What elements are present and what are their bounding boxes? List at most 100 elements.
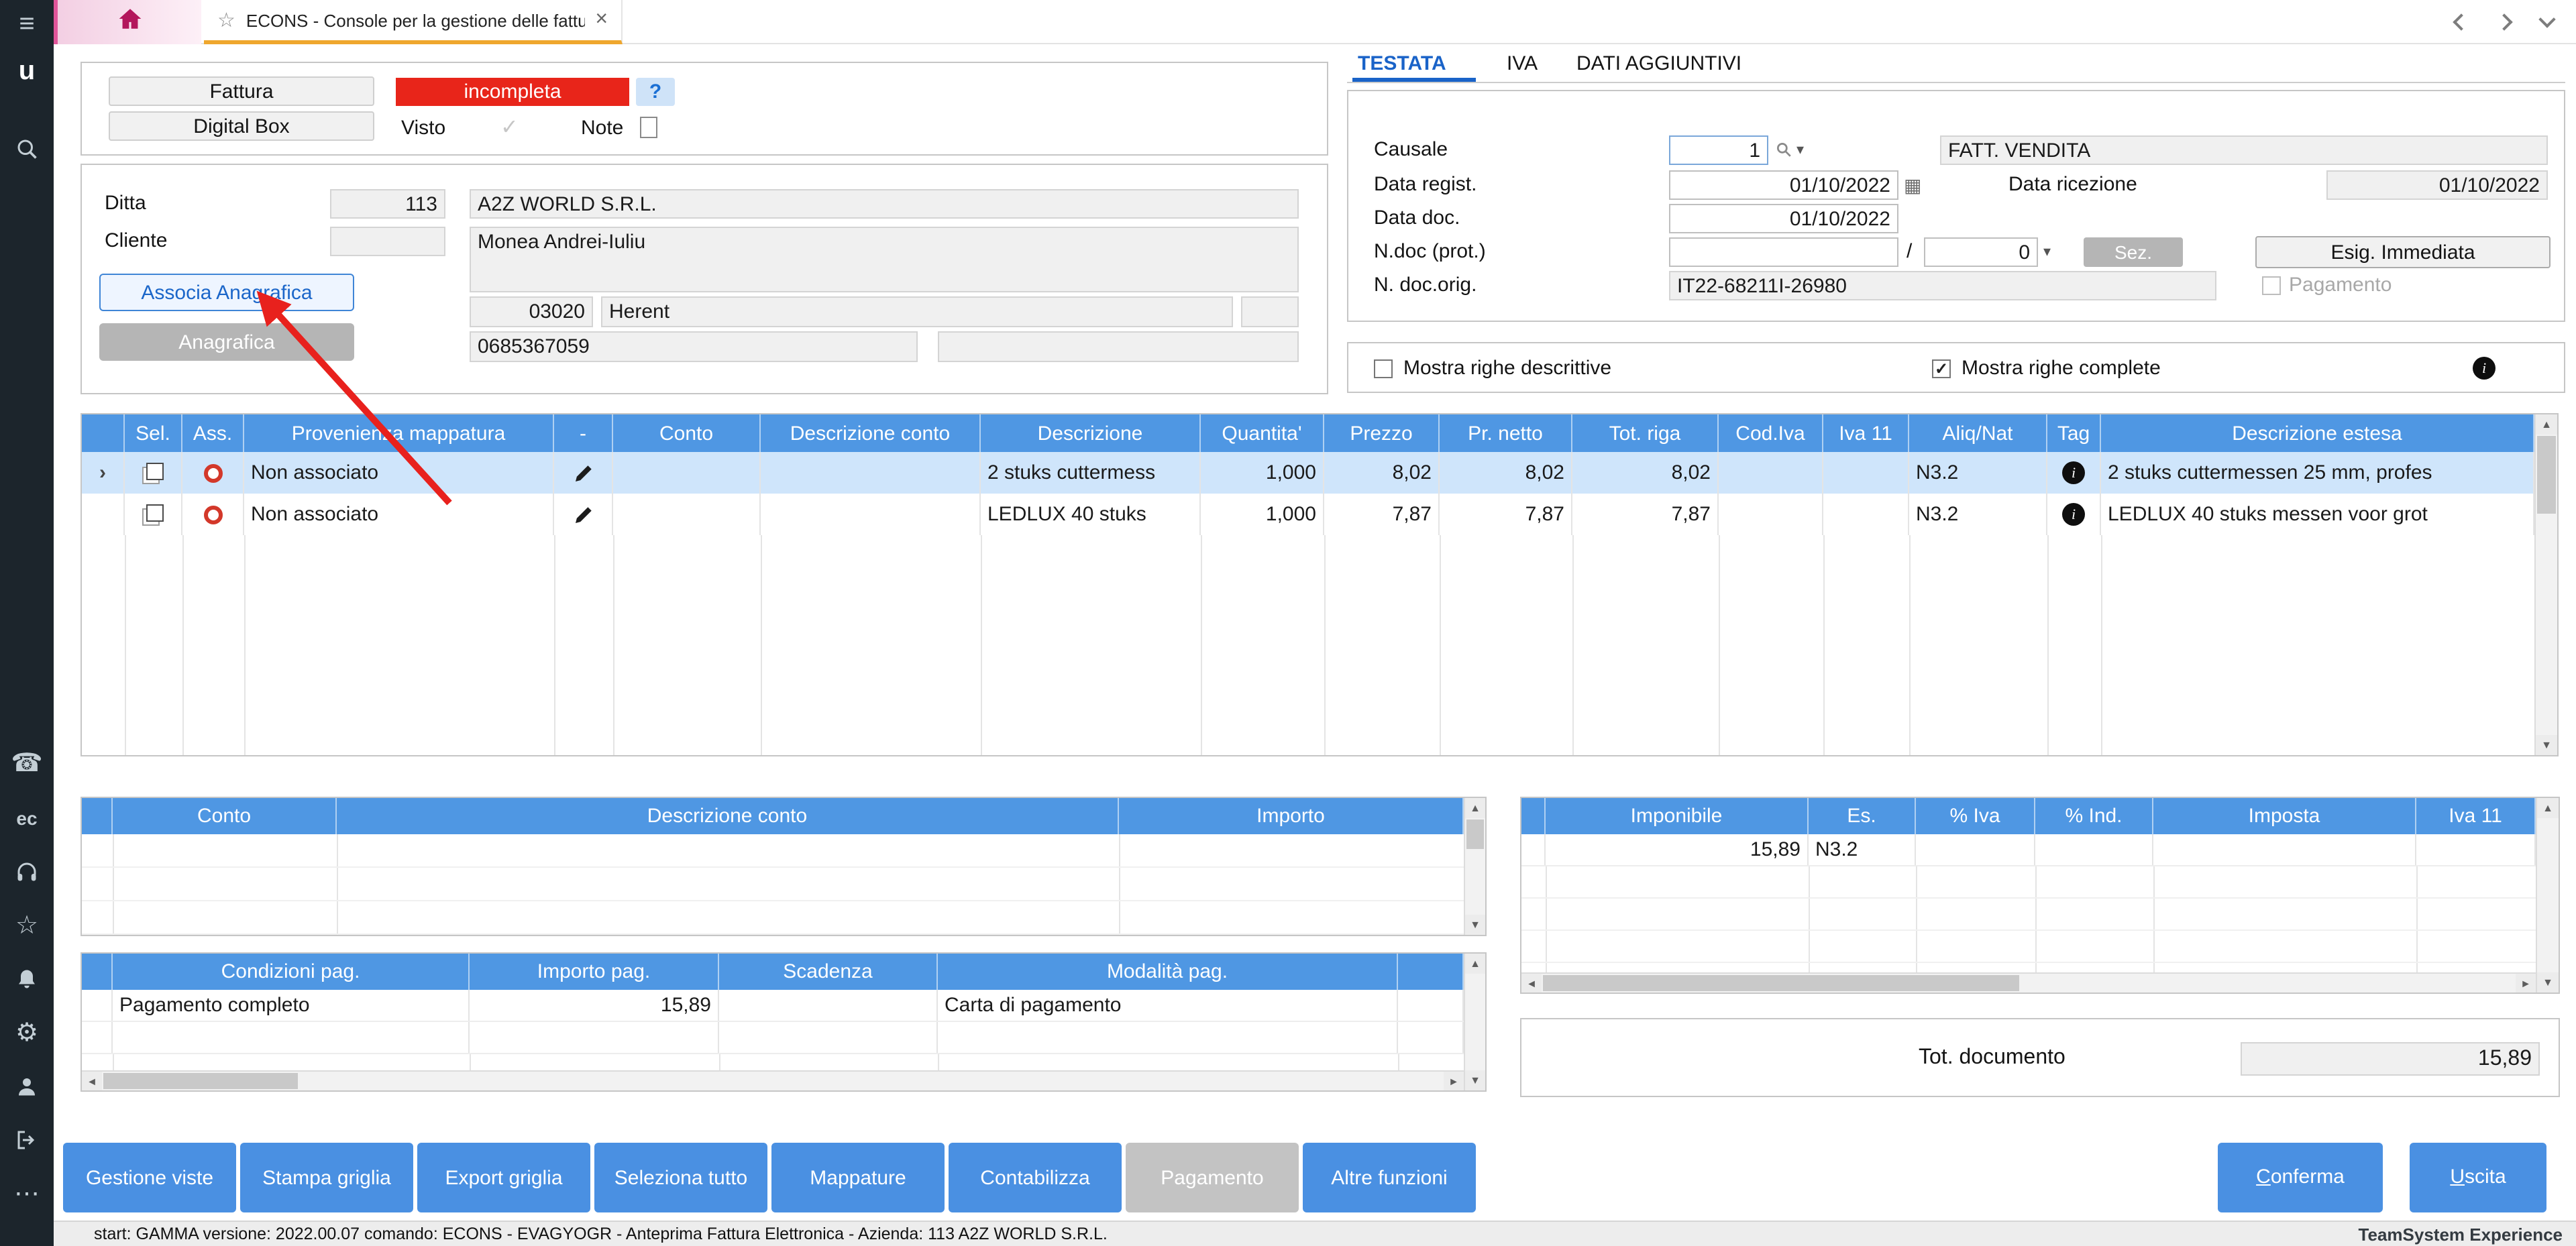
ndoc-dropdown-icon[interactable]: ▾: [2043, 237, 2051, 267]
grid-header-row: Sel. Ass. Provenienza mappatura - Conto …: [82, 414, 2534, 452]
logout-icon[interactable]: [0, 1123, 54, 1157]
menu-icon[interactable]: ≡: [0, 7, 54, 42]
grid-vertical-scrollbar[interactable]: ▲ ▼: [2534, 414, 2557, 755]
favorites-star-icon[interactable]: ☆: [0, 908, 54, 943]
associa-anagrafica-button[interactable]: Associa Anagrafica: [99, 274, 354, 311]
tab-iva[interactable]: IVA: [1507, 50, 1538, 79]
tag-info-icon[interactable]: i: [2047, 494, 2101, 535]
column-header-edit: -: [554, 414, 613, 452]
scroll-down-button[interactable]: ▼: [2537, 972, 2559, 993]
grid-vertical-scrollbar[interactable]: ▲ ▼: [1464, 798, 1485, 935]
scrollbar-thumb[interactable]: [1543, 975, 2019, 991]
scroll-up-button[interactable]: ▲: [1465, 954, 1485, 974]
search-icon[interactable]: [0, 131, 54, 166]
tab-econs[interactable]: ☆ ECONS - Console per la gestione delle …: [204, 0, 623, 44]
invoice-line-row[interactable]: Non associato LEDLUX 40 stuks 1,000 7,87…: [82, 494, 2534, 535]
stampa-griglia-button[interactable]: Stampa griglia: [240, 1143, 413, 1212]
ndoc-num-input[interactable]: 0: [1924, 237, 2038, 267]
column-header-imposta: Imposta: [2153, 798, 2416, 834]
scroll-left-button[interactable]: ◄: [82, 1072, 102, 1090]
causale-search-icon[interactable]: [1775, 141, 1792, 165]
scrollbar-thumb[interactable]: [103, 1073, 298, 1089]
grid-vertical-scrollbar[interactable]: ▲ ▼: [1464, 954, 1485, 1090]
cell-iva11: [2416, 834, 2536, 865]
scrollbar-thumb[interactable]: [1466, 819, 1484, 849]
column-header-descrizione-conto: Descrizione conto: [337, 798, 1119, 834]
nav-collapse-icon[interactable]: [2525, 0, 2568, 44]
data-regist-input[interactable]: 01/10/2022: [1669, 170, 1898, 200]
conferma-button[interactable]: Conferma: [2218, 1143, 2383, 1212]
esig-immediata-button[interactable]: Esig. Immediata: [2255, 236, 2551, 268]
mostra-descrittive-checkbox[interactable]: [1374, 359, 1393, 378]
mostra-complete-checkbox[interactable]: ✓: [1932, 359, 1951, 378]
info-icon[interactable]: i: [2473, 357, 2496, 380]
scroll-up-button[interactable]: ▲: [2536, 414, 2557, 435]
select-checkbox-icon[interactable]: [125, 452, 182, 494]
tab-close-icon[interactable]: ×: [595, 8, 608, 32]
scroll-down-button[interactable]: ▼: [2536, 735, 2557, 755]
scroll-left-button[interactable]: ◄: [1521, 974, 1542, 993]
contabilizza-button[interactable]: Contabilizza: [949, 1143, 1122, 1212]
scroll-right-button[interactable]: ►: [2516, 974, 2536, 993]
note-document-icon[interactable]: [640, 117, 657, 138]
ditta-label: Ditta: [105, 189, 146, 219]
not-associated-icon: [182, 452, 244, 494]
calendar-icon[interactable]: ▦: [1904, 170, 1921, 200]
export-griglia-button[interactable]: Export griglia: [417, 1143, 590, 1212]
ec-icon[interactable]: ec: [0, 801, 54, 836]
anagrafica-button[interactable]: Anagrafica: [99, 323, 354, 361]
pagamento-checkbox-label: Pagamento: [2289, 271, 2392, 300]
scroll-down-button[interactable]: ▼: [1465, 1070, 1485, 1090]
horizontal-scrollbar[interactable]: ◄ ►: [1521, 972, 2536, 993]
scroll-up-button[interactable]: ▲: [2537, 798, 2559, 818]
ndoc-input[interactable]: [1669, 237, 1898, 267]
scroll-right-button[interactable]: ►: [1444, 1072, 1464, 1090]
uscita-button[interactable]: Uscita: [2410, 1143, 2546, 1212]
user-icon[interactable]: [0, 1069, 54, 1104]
cell-descrizione: 2 stuks cuttermess: [981, 452, 1201, 494]
help-button[interactable]: ?: [636, 78, 675, 106]
cell-tot-riga: 7,87: [1572, 494, 1719, 535]
pagamento-row[interactable]: Pagamento completo 15,89 Carta di pagame…: [82, 990, 1464, 1022]
nav-forward-icon[interactable]: [2482, 0, 2525, 44]
causale-input[interactable]: 1: [1669, 135, 1768, 165]
horizontal-scrollbar[interactable]: ◄ ►: [82, 1070, 1464, 1090]
sez-button[interactable]: Sez.: [2084, 237, 2183, 267]
edit-pencil-icon[interactable]: [554, 452, 613, 494]
data-regist-label: Data regist.: [1374, 170, 1477, 200]
phone-icon[interactable]: ☎: [0, 746, 54, 781]
invoice-line-row-selected[interactable]: › Non associato 2 stuks cuttermess 1,000…: [82, 452, 2534, 494]
footer-toolbar: Gestione viste Stampa griglia Export gri…: [63, 1143, 1476, 1212]
select-checkbox-icon[interactable]: [125, 494, 182, 535]
scroll-up-button[interactable]: ▲: [1465, 798, 1485, 818]
iva-row[interactable]: 15,89 N3.2: [1521, 834, 2536, 866]
nav-back-icon[interactable]: [2439, 0, 2482, 44]
pagamento-button[interactable]: Pagamento: [1126, 1143, 1299, 1212]
settings-gear-icon[interactable]: ⚙: [0, 1015, 54, 1050]
column-header: [82, 954, 113, 990]
scrollbar-thumb[interactable]: [2537, 436, 2556, 514]
notifications-bell-icon[interactable]: [0, 962, 54, 997]
tab-star-icon[interactable]: ☆: [217, 8, 235, 32]
headset-icon[interactable]: [0, 854, 54, 889]
grid-vertical-scrollbar[interactable]: ▲ ▼: [2536, 798, 2559, 993]
fattura-button[interactable]: Fattura: [109, 76, 374, 106]
citta-field: Herent: [601, 296, 1233, 327]
gestione-viste-button[interactable]: Gestione viste: [63, 1143, 236, 1212]
tabs-divider: [1347, 82, 2565, 83]
altre-funzioni-button[interactable]: Altre funzioni: [1303, 1143, 1476, 1212]
data-ricezione-label: Data ricezione: [2008, 170, 2137, 200]
causale-dropdown-icon[interactable]: ▾: [1796, 135, 1804, 165]
edit-pencil-icon[interactable]: [554, 494, 613, 535]
seleziona-tutto-button[interactable]: Seleziona tutto: [594, 1143, 767, 1212]
data-doc-input[interactable]: 01/10/2022: [1669, 204, 1898, 233]
tab-dati-aggiuntivi[interactable]: DATI AGGIUNTIVI: [1576, 50, 1741, 79]
home-button[interactable]: [54, 0, 201, 44]
tab-testata[interactable]: TESTATA: [1358, 50, 1446, 79]
digital-box-button[interactable]: Digital Box: [109, 111, 374, 141]
cell-prezzo: 8,02: [1324, 452, 1440, 494]
more-icon[interactable]: ⋯: [0, 1176, 54, 1211]
tag-info-icon[interactable]: i: [2047, 452, 2101, 494]
mappature-button[interactable]: Mappature: [771, 1143, 945, 1212]
scroll-down-button[interactable]: ▼: [1465, 915, 1485, 935]
